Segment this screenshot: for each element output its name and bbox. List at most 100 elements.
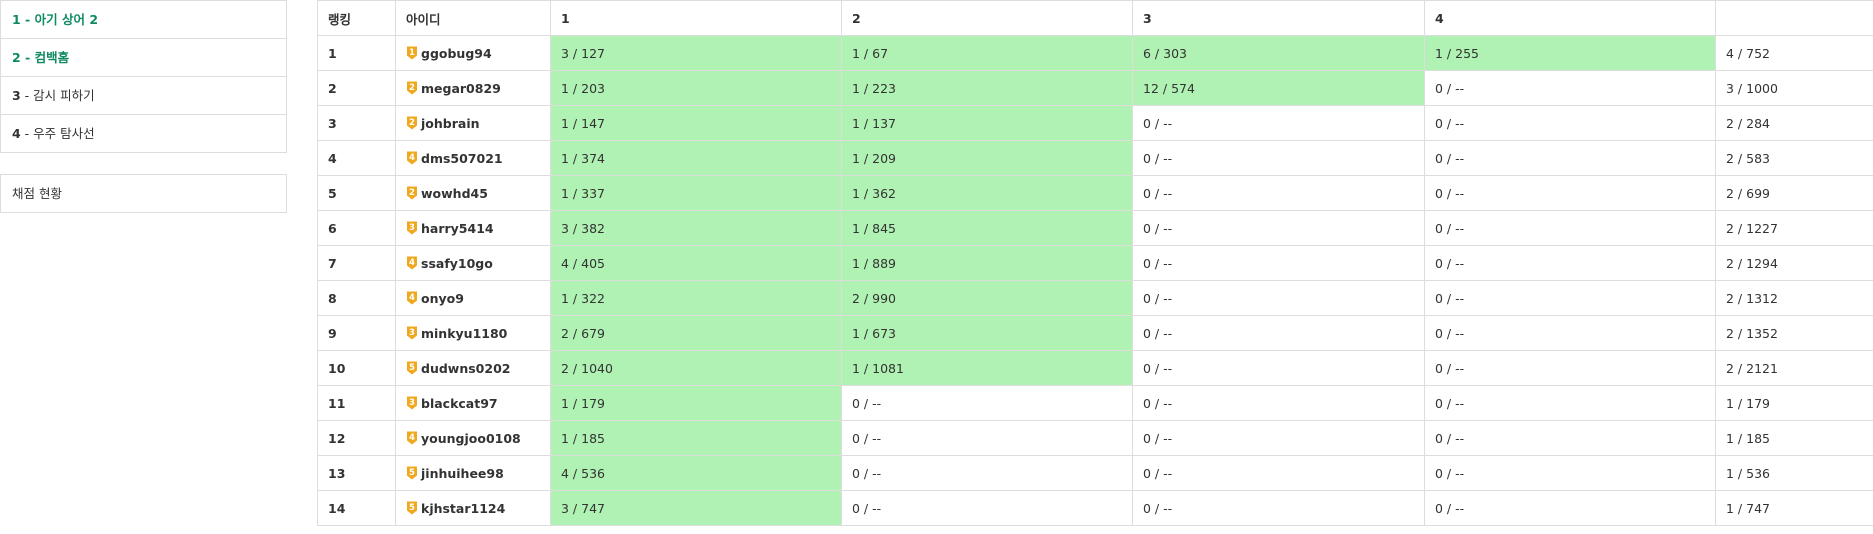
problem-2-cell: 0 / -- (841, 490, 1133, 526)
total-cell: 4 / 752 (1715, 35, 1873, 71)
user-cell[interactable]: 1 ggobug94 (395, 35, 551, 71)
rank-cell: 14 (317, 490, 396, 526)
table-row: 8 4 onyo9 1 / 322 2 / 990 0 / -- 0 / -- 2 / 131… (317, 280, 1873, 316)
total-cell: 1 / 179 (1715, 385, 1873, 421)
table-header-row: 랭킹 아이디 1 2 3 4 (317, 0, 1873, 36)
problem-3-cell: 0 / -- (1132, 105, 1425, 141)
tier-number: 4 (409, 293, 415, 303)
gold-tier-badge-icon: 4 (407, 431, 417, 444)
user-id: ggobug94 (421, 45, 492, 61)
grading-status-link[interactable]: 채점 현황 (0, 174, 287, 213)
user-cell[interactable]: 2 johbrain (395, 105, 551, 141)
problem-title: 우주 탐사선 (33, 126, 95, 141)
problem-4-cell: 0 / -- (1424, 490, 1716, 526)
header-user-id: 아이디 (395, 0, 551, 36)
total-cell: 3 / 1000 (1715, 70, 1873, 106)
problem-2-cell: 0 / -- (841, 455, 1133, 491)
gold-tier-badge-icon: 5 (407, 361, 417, 374)
tier-number: 5 (409, 468, 415, 478)
user-cell[interactable]: 5 jinhuihee98 (395, 455, 551, 491)
problem-1-cell: 1 / 147 (550, 105, 842, 141)
problem-1-cell: 3 / 747 (550, 490, 842, 526)
problem-2-cell: 1 / 67 (841, 35, 1133, 71)
user-cell[interactable]: 4 dms507021 (395, 140, 551, 176)
user-id: blackcat97 (421, 395, 498, 411)
table-row: 11 3 blackcat97 1 / 179 0 / -- 0 / -- 0 / -- 1 … (317, 385, 1873, 421)
problem-3-cell: 0 / -- (1132, 280, 1425, 316)
gold-tier-badge-icon: 2 (407, 81, 417, 94)
problem-3-cell: 0 / -- (1132, 420, 1425, 456)
user-id: dms507021 (421, 150, 503, 166)
problem-1-cell: 1 / 374 (550, 140, 842, 176)
rank-cell: 9 (317, 315, 396, 351)
total-cell: 2 / 583 (1715, 140, 1873, 176)
problem-number: 1 (12, 12, 21, 27)
rank-cell: 4 (317, 140, 396, 176)
user-cell[interactable]: 2 wowhd45 (395, 175, 551, 211)
table-row: 10 5 dudwns0202 2 / 1040 1 / 1081 0 / -- 0 / -… (317, 350, 1873, 386)
problem-4-cell: 0 / -- (1424, 140, 1716, 176)
tier-number: 3 (409, 398, 415, 408)
total-cell: 2 / 2121 (1715, 350, 1873, 386)
rank-cell: 1 (317, 35, 396, 71)
problem-1-cell: 1 / 203 (550, 70, 842, 106)
table-row: 4 4 dms507021 1 / 374 1 / 209 0 / -- 0 / -- 2 /… (317, 140, 1873, 176)
rank-cell: 2 (317, 70, 396, 106)
user-id: onyo9 (421, 290, 464, 306)
total-cell: 2 / 1294 (1715, 245, 1873, 281)
user-cell[interactable]: 3 blackcat97 (395, 385, 551, 421)
user-id: wowhd45 (421, 185, 488, 201)
user-id: johbrain (421, 115, 480, 131)
problem-link-2[interactable]: 2 - 컴백홈 (1, 38, 286, 76)
problem-link-3[interactable]: 3 - 감시 피하기 (1, 76, 286, 114)
user-id: harry5414 (421, 220, 494, 236)
table-row: 9 3 minkyu1180 2 / 679 1 / 673 0 / -- 0 / -- 2 … (317, 315, 1873, 351)
problem-3-cell: 0 / -- (1132, 210, 1425, 246)
problem-3-cell: 12 / 574 (1132, 70, 1425, 106)
problem-2-cell: 1 / 1081 (841, 350, 1133, 386)
tier-number: 2 (409, 188, 415, 198)
user-id: ssafy10go (421, 255, 493, 271)
tier-number: 5 (409, 503, 415, 513)
header-problem-4: 4 (1424, 0, 1716, 36)
problem-link-1[interactable]: 1 - 아기 상어 2 (1, 1, 286, 38)
gold-tier-badge-icon: 3 (407, 396, 417, 409)
problem-link-4[interactable]: 4 - 우주 탐사선 (1, 114, 286, 152)
table-row: 3 2 johbrain 1 / 147 1 / 137 0 / -- 0 / -- 2 / … (317, 105, 1873, 141)
problem-1-cell: 3 / 127 (550, 35, 842, 71)
table-row: 14 5 kjhstar1124 3 / 747 0 / -- 0 / -- 0 / -- 1… (317, 490, 1873, 526)
total-cell: 2 / 699 (1715, 175, 1873, 211)
user-cell[interactable]: 4 ssafy10go (395, 245, 551, 281)
problem-1-cell: 3 / 382 (550, 210, 842, 246)
tier-number: 5 (409, 363, 415, 373)
problem-4-cell: 0 / -- (1424, 210, 1716, 246)
problem-1-cell: 1 / 322 (550, 280, 842, 316)
rank-cell: 3 (317, 105, 396, 141)
user-id: minkyu1180 (421, 325, 508, 341)
gold-tier-badge-icon: 4 (407, 151, 417, 164)
gold-tier-badge-icon: 4 (407, 291, 417, 304)
total-cell: 1 / 536 (1715, 455, 1873, 491)
user-cell[interactable]: 5 kjhstar1124 (395, 490, 551, 526)
user-cell[interactable]: 4 youngjoo0108 (395, 420, 551, 456)
table-row: 12 4 youngjoo0108 1 / 185 0 / -- 0 / -- 0 / --… (317, 420, 1873, 456)
user-cell[interactable]: 2 megar0829 (395, 70, 551, 106)
scoreboard-table: 랭킹 아이디 1 2 3 4 1 1 ggobug94 3 / 127 1 / 67 6 … (317, 0, 1873, 526)
tier-number: 2 (409, 118, 415, 128)
problem-1-cell: 4 / 536 (550, 455, 842, 491)
user-cell[interactable]: 4 onyo9 (395, 280, 551, 316)
tier-number: 4 (409, 433, 415, 443)
rank-cell: 8 (317, 280, 396, 316)
table-row: 2 2 megar0829 1 / 203 1 / 223 12 / 574 0 / -- 3… (317, 70, 1873, 106)
user-cell[interactable]: 5 dudwns0202 (395, 350, 551, 386)
problem-2-cell: 1 / 845 (841, 210, 1133, 246)
user-cell[interactable]: 3 minkyu1180 (395, 315, 551, 351)
problem-3-cell: 6 / 303 (1132, 35, 1425, 71)
total-cell: 2 / 1352 (1715, 315, 1873, 351)
tier-number: 1 (409, 48, 415, 58)
user-cell[interactable]: 3 harry5414 (395, 210, 551, 246)
problem-3-cell: 0 / -- (1132, 490, 1425, 526)
problem-2-cell: 1 / 223 (841, 70, 1133, 106)
problem-1-cell: 1 / 185 (550, 420, 842, 456)
problem-4-cell: 0 / -- (1424, 105, 1716, 141)
